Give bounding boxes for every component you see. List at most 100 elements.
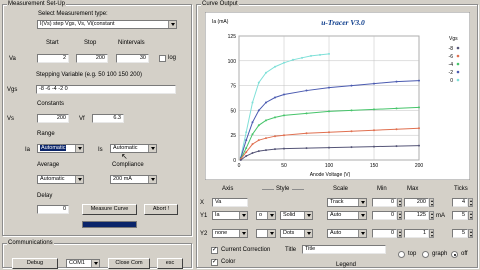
- vs-input[interactable]: 200: [37, 114, 69, 123]
- y1-line-style-value: Solid: [283, 212, 296, 218]
- data-point: [328, 146, 330, 149]
- y2-axis-scale-value: Auto: [330, 230, 342, 236]
- y2-axis-min-input[interactable]: 0: [372, 229, 397, 238]
- y-axis-label: Ia (mA): [212, 19, 229, 25]
- stepping-variable-label: Stepping Variable (e.g. 50 100 150 200): [36, 72, 142, 78]
- esc-button[interactable]: esc: [157, 258, 183, 269]
- y2-axis-max-spinner[interactable]: [429, 229, 434, 238]
- data-point: [301, 56, 303, 59]
- data-point: [305, 147, 308, 150]
- plot-title-input[interactable]: Title: [302, 245, 386, 254]
- measurement-type-select[interactable]: I(Vs) step Vgs, Vs, Vi(constant: [37, 20, 177, 29]
- y2-axis-scale-select[interactable]: Auto: [327, 229, 367, 238]
- y2-axis-variable-select[interactable]: none: [212, 229, 248, 238]
- data-point: [245, 151, 248, 154]
- min-header: Min: [377, 186, 387, 192]
- x-axis-scale-select[interactable]: Track: [327, 198, 367, 207]
- data-point: [373, 108, 375, 111]
- compliance-select[interactable]: 200 mA: [110, 175, 157, 184]
- delay-input[interactable]: 0: [37, 205, 69, 214]
- max-header: Max: [407, 186, 419, 192]
- y1-axis-scale-select[interactable]: Auto: [327, 211, 367, 220]
- x-axis-variable-input[interactable]: Va: [212, 198, 248, 207]
- debug-button[interactable]: Debug: [12, 258, 58, 269]
- x-axis-ticks-input[interactable]: 4: [452, 198, 468, 207]
- y1-axis-max-spinner[interactable]: [429, 211, 434, 220]
- data-point: [319, 53, 321, 56]
- data-point: [245, 139, 248, 142]
- is-range-select[interactable]: Automatic: [110, 144, 157, 153]
- y2-axis-ticks-spinner[interactable]: [468, 229, 473, 238]
- chevron-down-icon: [239, 230, 247, 237]
- data-point: [283, 61, 285, 64]
- x-axis-max-spinner[interactable]: [429, 198, 434, 207]
- com-port-select[interactable]: COM1: [66, 259, 100, 268]
- data-point: [245, 147, 248, 150]
- data-point: [373, 129, 375, 132]
- legend-off-radio[interactable]: [451, 251, 458, 258]
- x-axis-label: Anode Voltage (V): [310, 172, 351, 178]
- vf-input[interactable]: 6.3: [92, 114, 124, 123]
- va-nintervals-input[interactable]: 30: [116, 54, 149, 63]
- y1-axis-max-input[interactable]: 125: [404, 211, 429, 220]
- data-point: [395, 80, 398, 83]
- style-header: Style: [276, 186, 290, 192]
- data-point: [274, 148, 276, 151]
- current-correction-checkbox[interactable]: [211, 246, 218, 254]
- x-axis-ticks-spinner[interactable]: [468, 198, 473, 207]
- legend-entry-label: -6: [449, 54, 454, 60]
- legend-entry-marker: [456, 62, 460, 66]
- close-com-button[interactable]: Close Com: [108, 258, 150, 269]
- data-point: [395, 107, 398, 110]
- measure-curve-button[interactable]: Measure Curve: [82, 204, 137, 215]
- data-point: [257, 109, 260, 112]
- chevron-down-icon: [148, 176, 156, 183]
- y1-axis-min-input[interactable]: 0: [372, 211, 397, 220]
- legend-top-radio[interactable]: [398, 251, 405, 258]
- y2-line-style-select[interactable]: Dots: [280, 229, 313, 238]
- chevron-down-icon: [304, 230, 312, 237]
- abort-button[interactable]: Abort !: [144, 204, 178, 215]
- va-start-input[interactable]: 2: [37, 54, 69, 63]
- y1-axis-min-spinner[interactable]: [397, 211, 402, 220]
- data-point: [265, 71, 267, 74]
- axis-header: Axis: [222, 186, 234, 192]
- y1-line-style-select[interactable]: Solid: [280, 211, 313, 220]
- x-tick-label: 200: [415, 163, 424, 169]
- y-tick-label: 125: [228, 34, 237, 40]
- y2-axis-variable-value: none: [215, 230, 228, 236]
- y1-axis-ticks-input[interactable]: 5: [452, 211, 468, 220]
- log-label: log: [168, 55, 177, 61]
- vgs-steps-input[interactable]: -8 -6 -4 -2 0: [36, 85, 176, 94]
- data-point: [239, 159, 242, 161]
- va-label: Va: [9, 56, 16, 62]
- y2-axis-ticks-input[interactable]: 5: [452, 229, 468, 238]
- y-tick-label: 0: [233, 158, 236, 164]
- y1-marker-select[interactable]: o: [256, 211, 276, 220]
- data-point: [283, 93, 285, 96]
- x-axis-max-input[interactable]: 200: [404, 198, 429, 207]
- ia-label: Ia: [25, 147, 31, 153]
- y2-axis-min-spinner[interactable]: [397, 229, 402, 238]
- y1-axis-variable-select[interactable]: Ia: [212, 211, 248, 220]
- va-stop-input[interactable]: 200: [76, 54, 108, 63]
- y1-axis-ticks-spinner[interactable]: [468, 211, 473, 220]
- data-point: [251, 152, 254, 155]
- color-checkbox[interactable]: [211, 258, 218, 266]
- data-point: [328, 110, 330, 113]
- y2-marker-select[interactable]: [256, 229, 276, 238]
- col-nintervals-label: Nintervals: [118, 40, 145, 46]
- y2-axis-max-input[interactable]: 1: [404, 229, 429, 238]
- data-point: [350, 130, 353, 133]
- log-checkbox[interactable]: [159, 55, 166, 62]
- curve-output-title: Curve Output: [201, 1, 239, 8]
- x-axis-min-spinner[interactable]: [397, 198, 402, 207]
- x-axis-min-input[interactable]: 0: [372, 198, 397, 207]
- y1-axis-scale-value: Auto: [330, 212, 342, 218]
- ia-range-select[interactable]: Automatic: [37, 144, 84, 153]
- data-point: [350, 146, 353, 149]
- average-select[interactable]: Automatic: [37, 175, 84, 184]
- data-point: [257, 139, 260, 142]
- legend-graph-radio[interactable]: [422, 251, 429, 258]
- data-point: [251, 133, 254, 136]
